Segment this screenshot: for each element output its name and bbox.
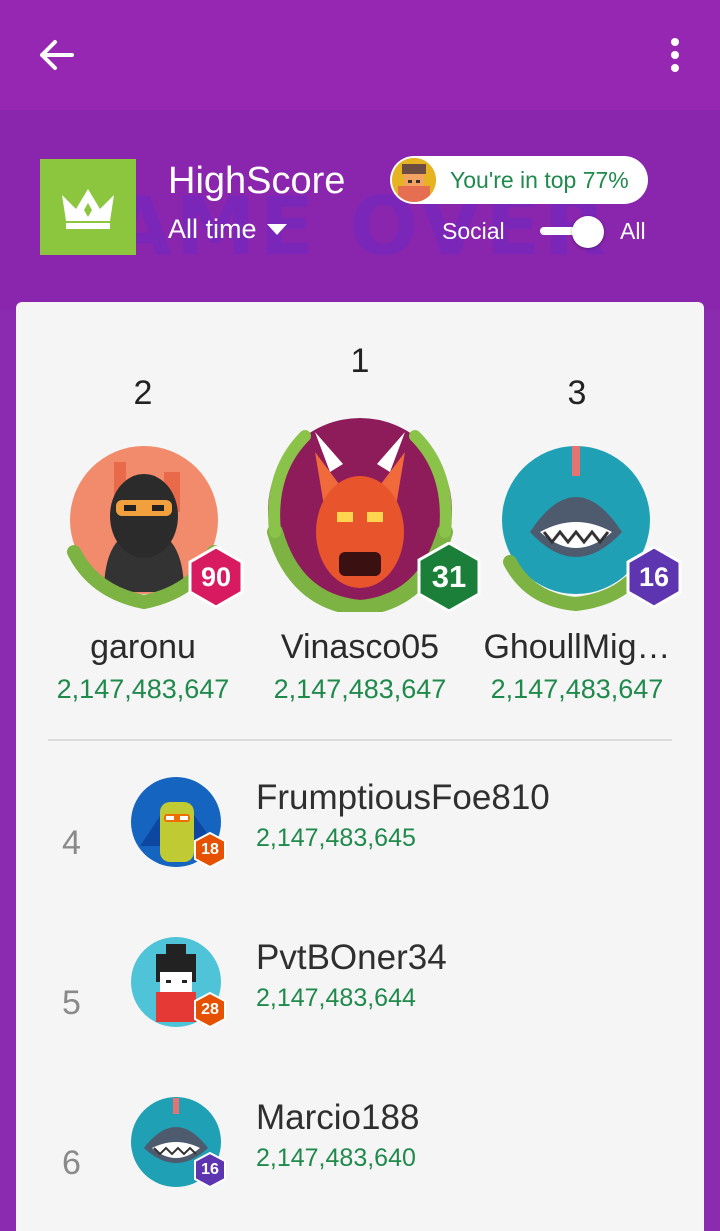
row-player-score: 2,147,483,645 bbox=[256, 824, 416, 852]
row-rank: 5 bbox=[62, 984, 81, 1022]
rank-percentile-text: You're in top 77% bbox=[450, 166, 629, 193]
back-button[interactable] bbox=[28, 30, 84, 80]
back-arrow-icon bbox=[40, 40, 74, 70]
leaderboard-card: 2 90 garonu 2,147,483,647 1 31 Vinasco05… bbox=[16, 302, 704, 1231]
rank-percentile-pill: You're in top 77% bbox=[390, 156, 648, 204]
level-value: 16 bbox=[201, 1161, 219, 1178]
leaderboard-row[interactable]: 4 18 FrumptiousFoe810 2,147,483,645 bbox=[16, 776, 704, 936]
toggle-label-social: Social bbox=[442, 218, 505, 244]
top-app-bar bbox=[0, 0, 720, 110]
crown-icon bbox=[62, 189, 114, 229]
time-filter-dropdown[interactable]: All time bbox=[168, 214, 287, 245]
podium-place: 2 bbox=[133, 374, 153, 412]
podium-second[interactable]: 2 90 garonu 2,147,483,647 bbox=[28, 302, 258, 722]
social-all-toggle[interactable]: Social All bbox=[442, 216, 652, 248]
row-player-name: Marcio188 bbox=[256, 1098, 420, 1137]
level-value: 28 bbox=[201, 1001, 219, 1018]
more-options-button[interactable] bbox=[650, 30, 700, 80]
level-badge: 90 bbox=[188, 546, 244, 608]
more-vert-icon bbox=[671, 38, 679, 72]
leaderboard-icon bbox=[40, 159, 136, 255]
level-badge: 18 bbox=[194, 832, 226, 868]
level-badge: 16 bbox=[626, 546, 682, 608]
leaderboard-row[interactable]: 6 16 Marcio188 2,147,483,640 bbox=[16, 1096, 704, 1231]
level-value: 18 bbox=[201, 841, 219, 858]
row-player-score: 2,147,483,640 bbox=[256, 1144, 416, 1172]
row-player-name: PvtBOner34 bbox=[256, 938, 447, 977]
leaderboard-row[interactable]: 5 28 PvtBOner34 2,147,483,644 bbox=[16, 936, 704, 1096]
level-badge: 28 bbox=[194, 992, 226, 1028]
podium-name: Vinasco05 bbox=[280, 628, 440, 666]
toggle-label-all: All bbox=[620, 218, 646, 244]
podium-score: 2,147,483,647 bbox=[56, 674, 230, 704]
time-filter-label: All time bbox=[168, 214, 257, 244]
row-rank: 6 bbox=[62, 1144, 81, 1182]
podium-first[interactable]: 1 31 Vinasco05 2,147,483,647 bbox=[245, 302, 481, 722]
row-player-score: 2,147,483,644 bbox=[256, 984, 416, 1012]
row-player-name: FrumptiousFoe810 bbox=[256, 778, 550, 817]
level-badge: 16 bbox=[194, 1152, 226, 1188]
podium-score: 2,147,483,647 bbox=[273, 674, 447, 704]
level-value: 16 bbox=[638, 561, 670, 592]
podium-place: 3 bbox=[567, 374, 587, 412]
dropdown-caret-icon bbox=[266, 224, 287, 235]
podium-place: 1 bbox=[350, 342, 370, 380]
player-avatar bbox=[392, 158, 436, 202]
podium-divider bbox=[48, 739, 672, 741]
podium-third[interactable]: 3 16 GhoullMig… 2,147,483,647 bbox=[462, 302, 692, 722]
level-value: 90 bbox=[200, 561, 232, 592]
leaderboard-title: HighScore bbox=[168, 160, 346, 202]
toggle-knob[interactable] bbox=[572, 216, 604, 248]
podium-name: garonu bbox=[90, 628, 196, 666]
leaderboard-header: GAME OVER HighScore All time You're in t… bbox=[0, 110, 720, 310]
row-rank: 4 bbox=[62, 824, 81, 862]
podium-name: GhoullMig… bbox=[483, 628, 671, 666]
podium-score: 2,147,483,647 bbox=[490, 674, 664, 704]
